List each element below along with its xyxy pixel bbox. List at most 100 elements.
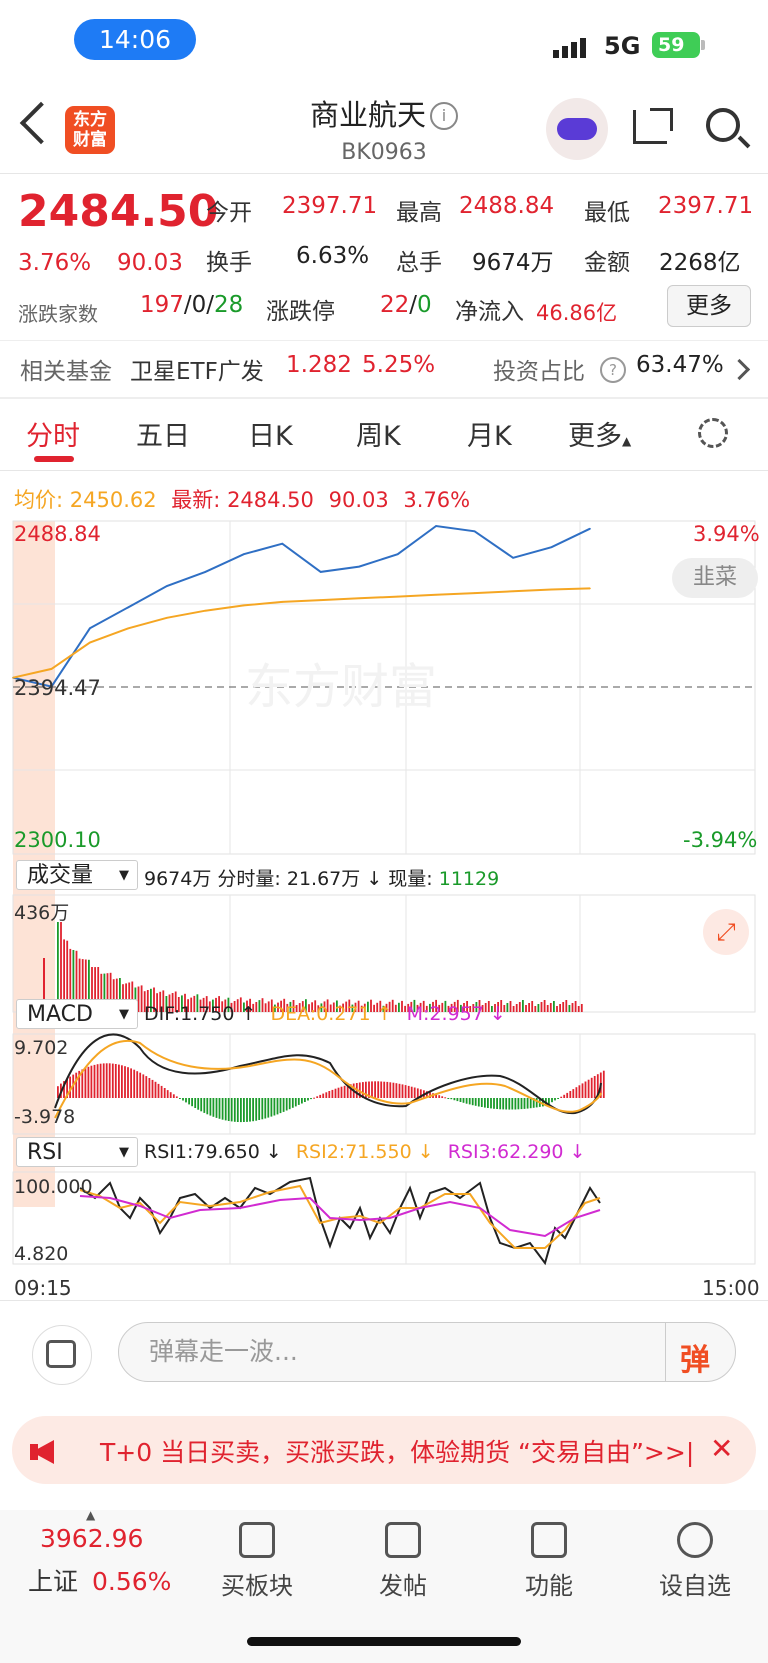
tab-five-day[interactable]: 五日 xyxy=(136,414,190,453)
macd-bar xyxy=(471,1098,474,1106)
macd-bar xyxy=(246,1098,248,1122)
rsi-min-label: 4.820 xyxy=(14,1243,69,1265)
rsi-max-label: 100.000 xyxy=(14,1176,93,1198)
macd-bar xyxy=(127,1067,129,1098)
macd-bar xyxy=(535,1098,538,1108)
average-price-point xyxy=(435,594,437,596)
expand-icon[interactable]: ⤢ xyxy=(703,909,749,955)
tab-intraday[interactable]: 分时 xyxy=(26,414,80,453)
macd-bar xyxy=(331,1089,334,1098)
tab-weekly-k[interactable]: 周K xyxy=(356,414,401,453)
macd-bar xyxy=(118,1064,120,1098)
share-arrow-icon xyxy=(650,108,673,131)
comment-icon xyxy=(46,1340,76,1368)
danmu-input[interactable]: 弹幕走一波... xyxy=(118,1322,736,1382)
macd-bar xyxy=(319,1094,322,1098)
macd-bar xyxy=(450,1098,453,1100)
macd-bar xyxy=(273,1098,276,1116)
volume-bar xyxy=(509,1001,512,1012)
updown-slash: / xyxy=(206,292,215,318)
nav-buy-sector[interactable]: 买板块 xyxy=(197,1512,317,1601)
grid-icon xyxy=(531,1522,567,1558)
tab-monthly-k[interactable]: 月K xyxy=(467,414,512,453)
macd-bar xyxy=(581,1083,584,1098)
help-icon[interactable]: ? xyxy=(600,357,626,383)
macd-bar xyxy=(175,1096,178,1098)
macd-bar xyxy=(294,1098,297,1107)
nav-add-watchlist[interactable]: 设自选 xyxy=(635,1512,755,1601)
macd-bar xyxy=(236,1098,239,1122)
volume-max-label: 436万 xyxy=(14,902,70,924)
nav-functions[interactable]: 功能 xyxy=(489,1512,609,1601)
macd-bar xyxy=(121,1065,123,1098)
macd-bar xyxy=(166,1090,169,1098)
volume-bar xyxy=(512,1006,515,1012)
info-icon[interactable]: i xyxy=(430,102,458,130)
more-button[interactable]: 更多 xyxy=(667,285,751,327)
ratio-label: 投资占比 xyxy=(493,359,585,385)
macd-bar xyxy=(267,1098,270,1118)
gear-icon[interactable] xyxy=(698,418,728,448)
macd-bar xyxy=(548,1098,550,1105)
latest-price-point xyxy=(358,565,361,568)
volume-bar xyxy=(537,1004,540,1012)
volume-bar xyxy=(577,1006,580,1012)
volume-selector[interactable]: 成交量 ▼ xyxy=(16,860,138,890)
caret-up-icon: ▲ xyxy=(86,1508,96,1522)
macd-bar xyxy=(221,1098,224,1120)
battery-nub xyxy=(701,40,705,50)
chevron-right-icon[interactable] xyxy=(728,358,751,381)
macd-bar xyxy=(96,1064,99,1098)
amount-label: 金额 xyxy=(584,250,630,276)
macd-bar xyxy=(240,1098,242,1123)
macd-bar xyxy=(584,1081,587,1098)
volume-bar xyxy=(140,985,143,1012)
macd-bar xyxy=(188,1098,190,1105)
volume-value: 9674万 xyxy=(472,250,554,276)
macd-bar xyxy=(163,1088,166,1098)
macd-bar xyxy=(493,1098,495,1109)
macd-bar xyxy=(514,1098,517,1110)
index-value[interactable]: 3962.96 xyxy=(40,1524,143,1553)
close-icon[interactable]: ✕ xyxy=(710,1432,733,1465)
macd-bar xyxy=(575,1087,578,1098)
low-label: 最低 xyxy=(584,200,630,226)
battery-icon: 59 xyxy=(652,32,700,58)
macd-bar xyxy=(258,1098,261,1120)
macd-selector[interactable]: MACD ▼ xyxy=(16,999,138,1029)
minute-volume-value: 21.67万 xyxy=(286,868,361,890)
minute-volume-arrow: ↓ xyxy=(366,868,383,890)
macd-bar xyxy=(301,1098,303,1104)
macd-bar xyxy=(304,1098,306,1102)
danmu-send-button[interactable]: 弹 xyxy=(680,1335,710,1379)
macd-bar xyxy=(179,1098,181,1099)
tab-more[interactable]: 更多▲ xyxy=(568,414,631,453)
macd-bar xyxy=(105,1063,108,1098)
jiucai-tag[interactable]: 韭菜 xyxy=(672,558,758,598)
rsi-selector[interactable]: RSI ▼ xyxy=(16,1137,138,1167)
macd-bar xyxy=(93,1064,96,1098)
macd-bar xyxy=(334,1088,337,1098)
search-icon[interactable] xyxy=(706,108,740,142)
banner-text[interactable]: T+0 当日买卖，买涨买跌，体验期货 “交易自由”>>| xyxy=(100,1433,694,1469)
macd-bar xyxy=(194,1098,197,1108)
fund-name[interactable]: 卫星ETF广发 xyxy=(130,352,264,386)
tab-daily-k[interactable]: 日K xyxy=(248,414,293,453)
macd-bar xyxy=(487,1098,489,1108)
sector-icon xyxy=(239,1522,275,1558)
index-ticker[interactable]: 上证 0.56% xyxy=(28,1562,171,1598)
fund-price: 1.282 xyxy=(286,352,352,378)
nav-post[interactable]: 发帖 xyxy=(343,1512,463,1601)
down-count: 28 xyxy=(214,292,244,318)
macd-bar xyxy=(75,1072,78,1098)
nav-functions-label: 功能 xyxy=(525,1572,573,1600)
nav-add-watchlist-label: 设自选 xyxy=(659,1572,731,1600)
macd-bar xyxy=(108,1063,111,1098)
rsi-info: RSI1:79.650 ↓ RSI2:71.550 ↓ RSI3:62.290 … xyxy=(144,1141,585,1163)
macd-bar xyxy=(282,1098,285,1112)
macd-bar xyxy=(200,1098,203,1112)
low-value: 2397.71 xyxy=(658,193,754,219)
volume-bar xyxy=(506,1003,509,1012)
network-type: 5G xyxy=(604,32,641,60)
macd-bar xyxy=(288,1098,291,1110)
